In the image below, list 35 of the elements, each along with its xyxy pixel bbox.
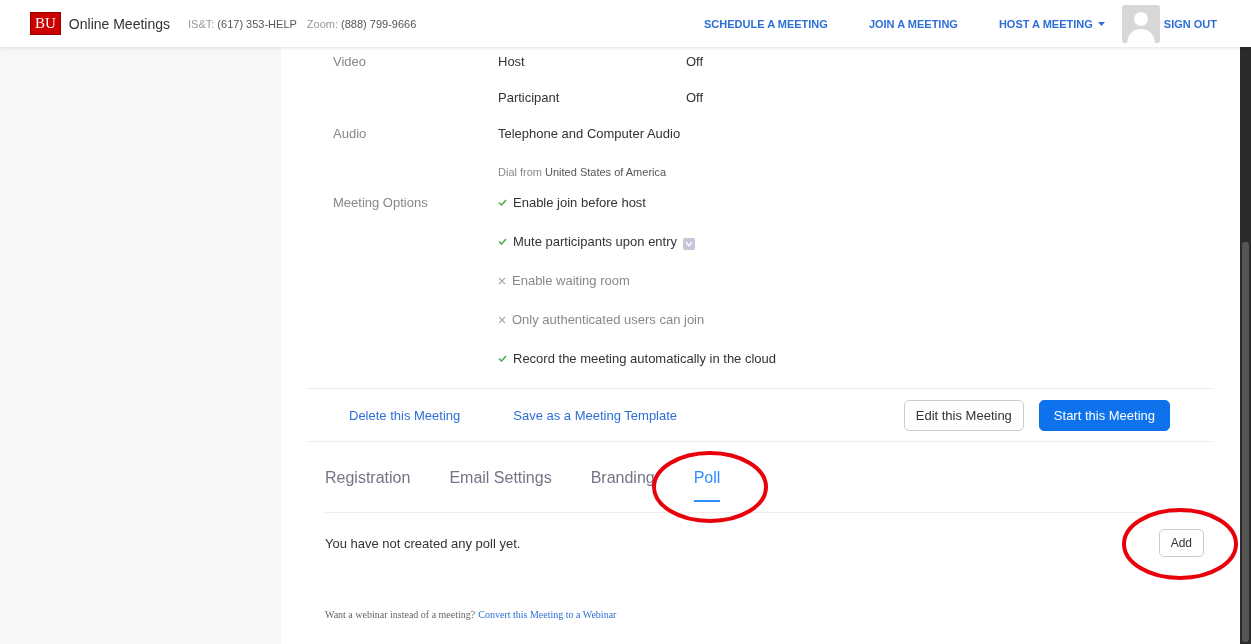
edit-button[interactable]: Edit this Meeting <box>903 399 1024 431</box>
convert-link[interactable]: Convert this Meeting to a Webinar <box>478 609 617 620</box>
start-button[interactable]: Start this Meeting <box>1038 399 1170 431</box>
tab[interactable]: Email Settings <box>449 442 552 502</box>
add-button[interactable]: Add <box>1158 529 1204 557</box>
nav-link[interactable]: SCHEDULE A MEETING <box>704 17 828 30</box>
phone-number: Zoom: (888) 799-9666 <box>306 17 417 30</box>
setting-value: Participant <box>498 89 561 105</box>
option-text: Enable waiting room <box>512 273 630 288</box>
sign-out-link[interactable]: SIGN OUT <box>1163 17 1217 30</box>
tab[interactable]: Branding <box>590 442 655 502</box>
tab[interactable]: Registration <box>325 442 411 502</box>
setting-state: Off <box>686 89 704 105</box>
footer-text: Want a webinar instead of a meeting? <box>325 609 476 620</box>
nav-link[interactable]: JOIN A MEETING <box>868 17 958 30</box>
logo[interactable]: BU <box>30 12 61 35</box>
phone-number: IS&T: (617) 353-HELP <box>188 17 297 30</box>
setting-value: Telephone and Computer Audio <box>498 125 682 141</box>
setting-label: Meeting Options <box>333 195 428 210</box>
scrollbar[interactable] <box>1240 47 1251 644</box>
setting-label: Video <box>333 53 366 69</box>
option-text: Mute participants upon entry <box>513 234 678 249</box>
action-link[interactable]: Delete this Meeting <box>349 407 461 423</box>
dial-note: Dial from United States of America <box>498 166 667 178</box>
avatar-icon[interactable] <box>1121 4 1160 43</box>
option-text: Record the meeting automatically in the cloud <box>513 351 777 366</box>
action-link[interactable]: Save as a Meeting Template <box>513 407 678 423</box>
option-text: Only authenticated users can join <box>512 312 705 327</box>
setting-value: Host <box>498 53 526 69</box>
setting-state: Off <box>686 53 704 69</box>
option-text: Enable join before host <box>513 195 646 210</box>
nav-link[interactable]: HOST A MEETING <box>998 17 1105 30</box>
setting-label: Audio <box>333 125 367 141</box>
site-title: Online Meetings <box>68 15 170 32</box>
empty-message: You have not created any poll yet. <box>325 535 522 551</box>
